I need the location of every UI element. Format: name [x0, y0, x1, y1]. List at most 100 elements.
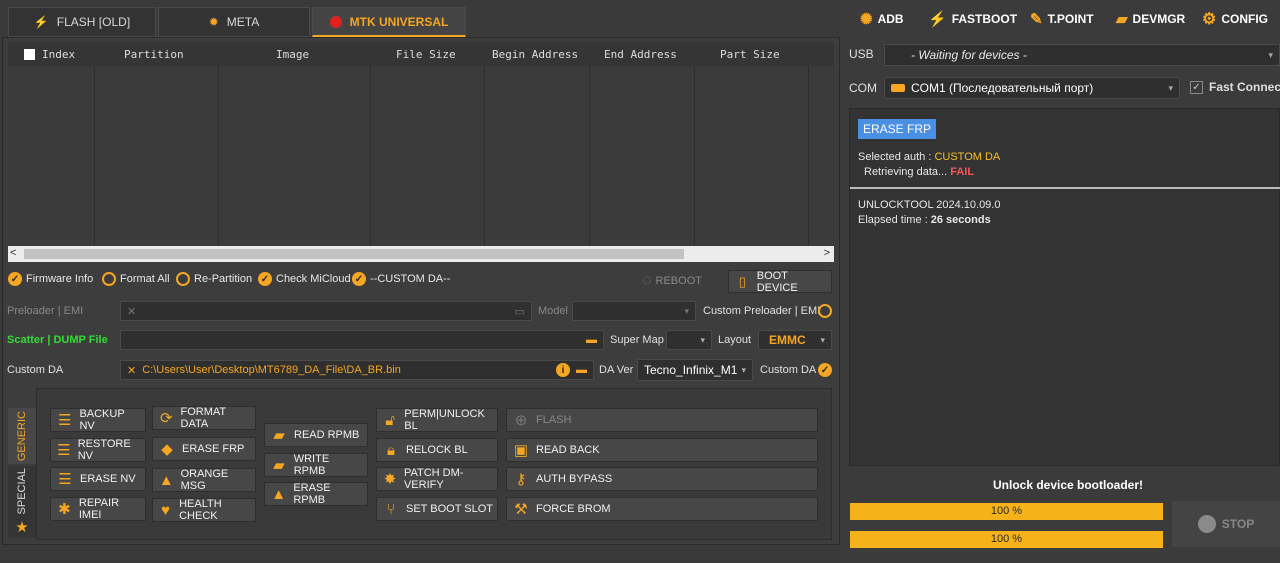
col-begin-address[interactable]: Begin Address	[492, 48, 578, 61]
col-partition[interactable]: Partition	[124, 48, 184, 61]
boot-device-label: BOOT DEVICE	[756, 269, 798, 294]
tab-generic[interactable]: GENERIC	[8, 408, 36, 464]
force-brom-button[interactable]: ⚒ FORCE BROM	[506, 497, 818, 521]
check-micloud-option[interactable]: ✓ Check MiCloud	[258, 272, 351, 286]
tab-flash-old[interactable]: ⚡ FLASH [OLD]	[8, 7, 156, 37]
custom-da-checkbox[interactable]: ✓	[818, 363, 832, 377]
status-message: Unlock device bootloader!	[992, 478, 1144, 492]
col-index[interactable]: Index	[42, 48, 75, 61]
adb-button[interactable]: ✺ ADB	[860, 8, 904, 30]
log-text: Elapsed time :	[858, 214, 931, 226]
heart-icon: ♥	[161, 501, 170, 519]
chevron-down-icon: ▾	[684, 305, 689, 316]
config-button[interactable]: ⚙ CONFIG	[1202, 8, 1268, 30]
read-back-button[interactable]: ▣ READ BACK	[506, 438, 818, 462]
clear-icon[interactable]: ✕	[127, 305, 136, 318]
col-file-size[interactable]: File Size	[396, 48, 456, 61]
erase-frp-button[interactable]: ◆ ERASE FRP	[152, 437, 256, 461]
devmgr-button[interactable]: ▰ DEVMGR	[1116, 8, 1185, 30]
button-label: DEVMGR	[1132, 12, 1186, 26]
col-image[interactable]: Image	[276, 48, 309, 61]
partition-table-header: Index Partition Image File Size Begin Ad…	[8, 42, 834, 66]
col-part-size[interactable]: Part Size	[720, 48, 780, 61]
tpoint-button[interactable]: ✎ T.POINT	[1030, 8, 1094, 30]
button-label: FORMAT DATA	[180, 406, 226, 430]
set-boot-slot-button[interactable]: ⑂ SET BOOT SLOT	[376, 497, 498, 521]
tab-label: MTK UNIVERSAL	[349, 14, 449, 29]
boot-device-button[interactable]: ▯ BOOT DEVICE	[728, 269, 832, 294]
perm-unlock-bl-button[interactable]: 🔓︎ PERM|UNLOCK BL	[376, 408, 498, 432]
warning-icon: ▲	[158, 471, 174, 489]
restore-nv-button[interactable]: ☰ RESTORE NV	[50, 438, 146, 462]
select-all-checkbox[interactable]	[24, 48, 35, 60]
button-label: PATCH DM-VERIFY	[403, 467, 464, 491]
erase-list-icon: ☰	[58, 470, 72, 488]
folder-icon[interactable]: ▭	[515, 305, 525, 318]
patch-dm-verify-button[interactable]: ✸ PATCH DM-VERIFY	[376, 467, 498, 491]
scroll-left-icon[interactable]: <	[10, 247, 16, 259]
format-all-option[interactable]: Format All	[102, 272, 170, 286]
reboot-button[interactable]: ◌ REBOOT	[642, 272, 702, 290]
custom-da-input[interactable]: ✕ C:\Users\User\Desktop\MT6789_DA_File\D…	[120, 360, 594, 380]
log-text: Retrieving data...	[864, 166, 951, 178]
button-label: SET BOOT SLOT	[406, 503, 494, 515]
flash-button[interactable]: ⊕ FLASH	[506, 408, 818, 432]
layout-select[interactable]: EMMC ▾	[758, 330, 832, 350]
orange-msg-button[interactable]: ▲ ORANGE MSG	[152, 468, 256, 492]
eraser-icon: ◆	[161, 440, 173, 458]
format-data-button[interactable]: ⟳ FORMAT DATA	[152, 406, 256, 430]
stop-button[interactable]: STOP	[1172, 501, 1280, 547]
super-map-label: Super Map	[610, 334, 664, 346]
pin-icon: ✎	[1030, 11, 1043, 28]
tab-meta[interactable]: ✹ META	[158, 7, 310, 37]
da-ver-select[interactable]: Tecno_Infinix_M1 ▾	[637, 359, 753, 381]
check-on-icon: ✓	[352, 272, 366, 286]
col-end-address[interactable]: End Address	[604, 48, 677, 61]
health-check-button[interactable]: ♥ HEALTH CHECK	[152, 498, 256, 522]
tab-special[interactable]: SPECIAL ★	[8, 466, 36, 538]
custom-preloader-checkbox[interactable]	[818, 304, 832, 318]
scatter-label: Scatter | DUMP File	[7, 334, 108, 346]
preloader-input[interactable]: ✕ ▭	[120, 301, 532, 321]
super-map-select[interactable]: ▾	[666, 330, 712, 350]
horizontal-scrollbar[interactable]: < >	[8, 246, 834, 262]
erase-nv-button[interactable]: ☰ ERASE NV	[50, 467, 146, 491]
log-elapsed-line: Elapsed time : 26 seconds	[858, 214, 991, 226]
layout-value: EMMC	[769, 333, 806, 347]
info-icon[interactable]: i	[556, 363, 570, 377]
usb-select[interactable]: - Waiting for devices - ▾	[884, 44, 1280, 66]
option-label: Firmware Info	[26, 273, 94, 285]
scrollbar-thumb[interactable]	[24, 249, 684, 259]
chip-icon: ▰	[273, 426, 285, 444]
clear-icon[interactable]: ✕	[127, 364, 136, 377]
fastboot-button[interactable]: ⚡ FASTBOOT	[928, 8, 1017, 30]
fast-connect-label: Fast Connect	[1209, 80, 1280, 94]
repair-imei-button[interactable]: ✱ REPAIR IMEI	[50, 497, 146, 521]
backup-nv-button[interactable]: ☰ BACKUP NV	[50, 408, 146, 432]
read-rpmb-button[interactable]: ▰ READ RPMB	[264, 423, 368, 447]
auth-bypass-button[interactable]: ⚷ AUTH BYPASS	[506, 467, 818, 491]
fast-connect-option[interactable]: ✓ Fast Connect	[1190, 80, 1280, 94]
red-dot-icon	[329, 15, 342, 28]
log-title-badge: ERASE FRP	[858, 119, 937, 139]
button-label: ERASE RPMB	[293, 482, 331, 506]
erase-rpmb-button[interactable]: ▲ ERASE RPMB	[264, 482, 368, 506]
scroll-right-icon[interactable]: >	[824, 247, 830, 259]
usb-value: - Waiting for devices -	[911, 48, 1027, 62]
model-select[interactable]: ▾	[572, 301, 696, 321]
progress-bar-2: 100 %	[850, 531, 1163, 548]
write-rpmb-button[interactable]: ▰ WRITE RPMB	[264, 453, 368, 477]
scatter-input[interactable]: ▬	[120, 330, 604, 350]
re-partition-option[interactable]: Re-Partition	[176, 272, 252, 286]
option-label: Format All	[120, 273, 170, 285]
log-value: 2024.10.09.0	[936, 199, 1001, 211]
button-label: BACKUP NV	[79, 408, 125, 432]
tab-label: FLASH [OLD]	[56, 15, 131, 29]
tab-mtk-universal[interactable]: MTK UNIVERSAL	[312, 7, 466, 37]
folder-icon[interactable]: ▬	[586, 334, 597, 346]
custom-da-option[interactable]: ✓ --CUSTOM DA--	[352, 272, 450, 286]
folder-icon[interactable]: ▬	[576, 364, 587, 376]
relock-bl-button[interactable]: 🔒︎ RELOCK BL	[376, 438, 498, 462]
com-select[interactable]: COM1 (Последовательный порт) ▾	[884, 77, 1180, 99]
firmware-info-option[interactable]: ✓ Firmware Info	[8, 272, 93, 286]
